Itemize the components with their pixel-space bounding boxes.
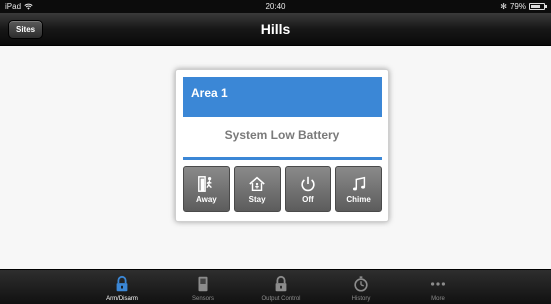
stopwatch-icon xyxy=(354,276,368,292)
tab-output-control[interactable]: Output Control xyxy=(241,270,321,304)
area-card: Area 1 System Low Battery Away Stay Off … xyxy=(175,69,389,222)
status-bar: iPad 20:40 ✻ 79% xyxy=(0,0,551,13)
lock-icon xyxy=(275,275,287,292)
battery-fill xyxy=(531,5,541,8)
tab-label: History xyxy=(351,296,371,302)
lock-icon xyxy=(116,275,128,292)
status-right: ✻ 79% xyxy=(500,0,547,13)
arm-button-row: Away Stay Off Chime xyxy=(183,166,382,212)
tab-label: Output Control xyxy=(261,296,301,302)
tab-label: Arm/Disarm xyxy=(106,296,138,302)
tab-bar: Arm/Disarm Sensors Output Control Histor… xyxy=(0,269,551,304)
power-icon xyxy=(301,176,315,191)
tab-label: More xyxy=(431,296,445,302)
away-icon xyxy=(198,175,213,192)
location-icon: ✻ xyxy=(500,2,507,11)
stay-icon xyxy=(249,176,265,191)
tab-more[interactable]: More xyxy=(398,270,478,304)
stay-button-label: Stay xyxy=(248,194,266,204)
chime-button[interactable]: Chime xyxy=(335,166,382,212)
tab-history[interactable]: History xyxy=(321,270,401,304)
battery-icon xyxy=(529,3,547,10)
tab-label: Sensors xyxy=(191,296,214,302)
status-time: 20:40 xyxy=(265,2,286,11)
nav-bar: Hills Sites xyxy=(0,13,551,46)
chime-button-label: Chime xyxy=(346,194,371,204)
away-button-label: Away xyxy=(195,194,217,204)
chime-icon xyxy=(352,176,365,190)
page-title: Hills xyxy=(260,21,291,37)
stay-button[interactable]: Stay xyxy=(233,166,281,212)
tab-arm-disarm[interactable]: Arm/Disarm xyxy=(82,270,162,304)
area-divider xyxy=(183,157,382,160)
sites-button[interactable]: Sites xyxy=(8,20,44,39)
area-name[interactable]: Area 1 xyxy=(183,77,382,117)
off-button-label: Off xyxy=(302,194,314,204)
sensor-icon xyxy=(198,276,208,292)
off-button[interactable]: Off xyxy=(284,166,332,212)
away-button[interactable]: Away xyxy=(183,166,230,212)
area-status: System Low Battery xyxy=(224,128,340,142)
more-icon xyxy=(430,282,446,286)
tab-sensors[interactable]: Sensors xyxy=(163,270,243,304)
battery-percent: 79% xyxy=(509,2,526,11)
